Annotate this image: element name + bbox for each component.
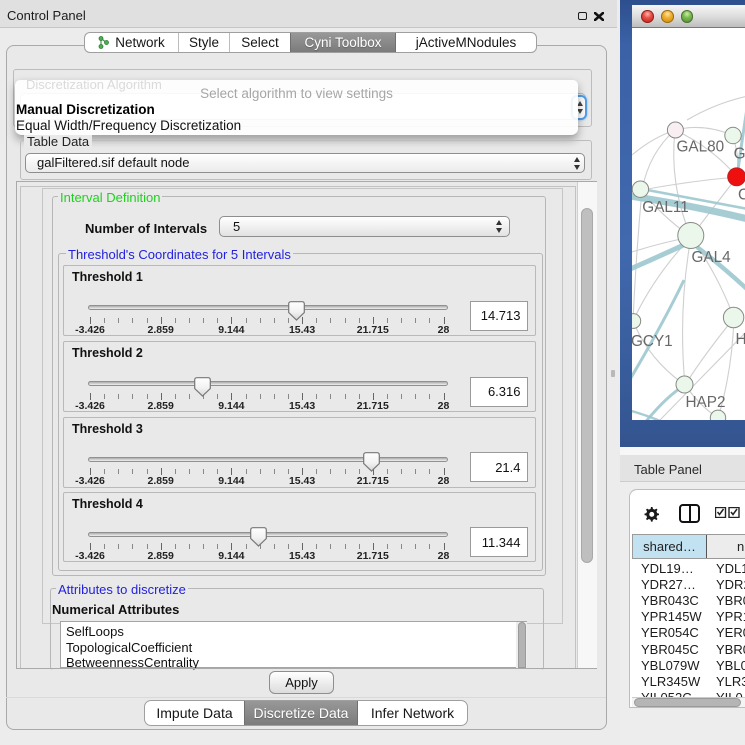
svg-text:G.: G.	[734, 145, 745, 162]
svg-text:GAL11: GAL11	[642, 199, 689, 216]
svg-text:GAL4: GAL4	[692, 249, 732, 266]
svg-text:C: C	[738, 186, 745, 203]
svg-text:GAL80: GAL80	[677, 138, 725, 155]
svg-text:GCY1: GCY1	[632, 333, 673, 350]
svg-text:HAP2: HAP2	[686, 394, 726, 411]
svg-text:H: H	[736, 331, 745, 348]
